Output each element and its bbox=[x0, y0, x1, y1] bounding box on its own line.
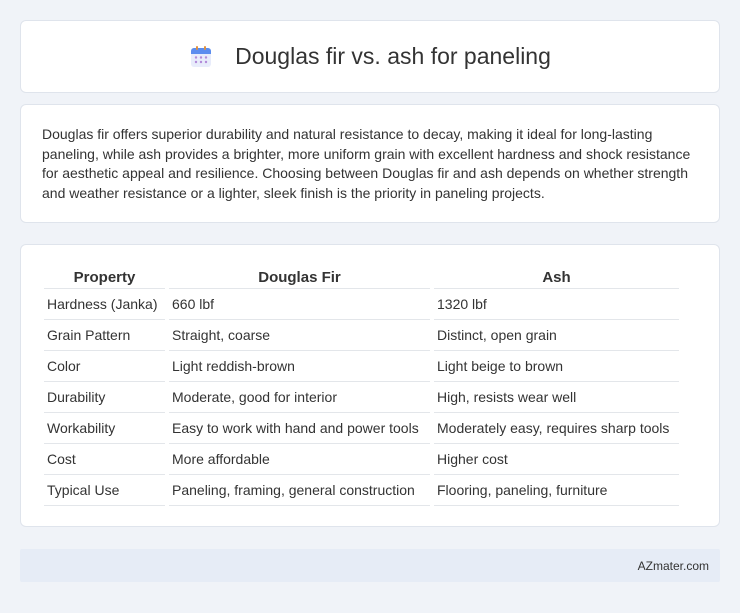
table-header-row: Property Douglas Fir Ash bbox=[44, 265, 679, 289]
table-cell: Straight, coarse bbox=[169, 320, 430, 351]
table-cell: More affordable bbox=[169, 444, 430, 475]
table-cell: Moderately easy, requires sharp tools bbox=[434, 413, 679, 444]
table-cell: High, resists wear well bbox=[434, 382, 679, 413]
footer-brand: AZmater.com bbox=[637, 558, 709, 573]
table-cell: Workability bbox=[44, 413, 165, 444]
page-title: Douglas fir vs. ash for paneling bbox=[235, 43, 551, 69]
table-cell: Light reddish-brown bbox=[169, 351, 430, 382]
column-header-douglas-fir: Douglas Fir bbox=[169, 265, 430, 289]
table-row: Workability Easy to work with hand and p… bbox=[44, 413, 679, 444]
column-header-property: Property bbox=[44, 265, 165, 289]
table-row: Cost More affordable Higher cost bbox=[44, 444, 679, 475]
table-cell: Light beige to brown bbox=[434, 351, 679, 382]
table-cell: Typical Use bbox=[44, 475, 165, 506]
table-cell: Hardness (Janka) bbox=[44, 289, 165, 320]
comparison-table-card: Property Douglas Fir Ash Hardness (Janka… bbox=[20, 244, 720, 527]
intro-card: Douglas fir offers superior durability a… bbox=[20, 104, 720, 223]
footer-bar: AZmater.com bbox=[20, 549, 720, 582]
table-cell: Easy to work with hand and power tools bbox=[169, 413, 430, 444]
table-cell: Color bbox=[44, 351, 165, 382]
table-cell: Higher cost bbox=[434, 444, 679, 475]
table-cell: Cost bbox=[44, 444, 165, 475]
table-row: Typical Use Paneling, framing, general c… bbox=[44, 475, 679, 506]
calendar-icon bbox=[191, 45, 212, 67]
table-cell: Distinct, open grain bbox=[434, 320, 679, 351]
table-cell: Grain Pattern bbox=[44, 320, 165, 351]
table-cell: 660 lbf bbox=[169, 289, 430, 320]
table-row: Durability Moderate, good for interior H… bbox=[44, 382, 679, 413]
table-cell: Durability bbox=[44, 382, 165, 413]
table-cell: Paneling, framing, general construction bbox=[169, 475, 430, 506]
table-cell: 1320 lbf bbox=[434, 289, 679, 320]
comparison-table: Property Douglas Fir Ash Hardness (Janka… bbox=[40, 265, 683, 506]
title-card: Douglas fir vs. ash for paneling bbox=[20, 20, 720, 93]
table-row: Grain Pattern Straight, coarse Distinct,… bbox=[44, 320, 679, 351]
intro-paragraph: Douglas fir offers superior durability a… bbox=[42, 126, 691, 201]
table-row: Hardness (Janka) 660 lbf 1320 lbf bbox=[44, 289, 679, 320]
table-row: Color Light reddish-brown Light beige to… bbox=[44, 351, 679, 382]
title-wrap: Douglas fir vs. ash for paneling bbox=[189, 43, 551, 70]
table-cell: Moderate, good for interior bbox=[169, 382, 430, 413]
column-header-ash: Ash bbox=[434, 265, 679, 289]
table-cell: Flooring, paneling, furniture bbox=[434, 475, 679, 506]
